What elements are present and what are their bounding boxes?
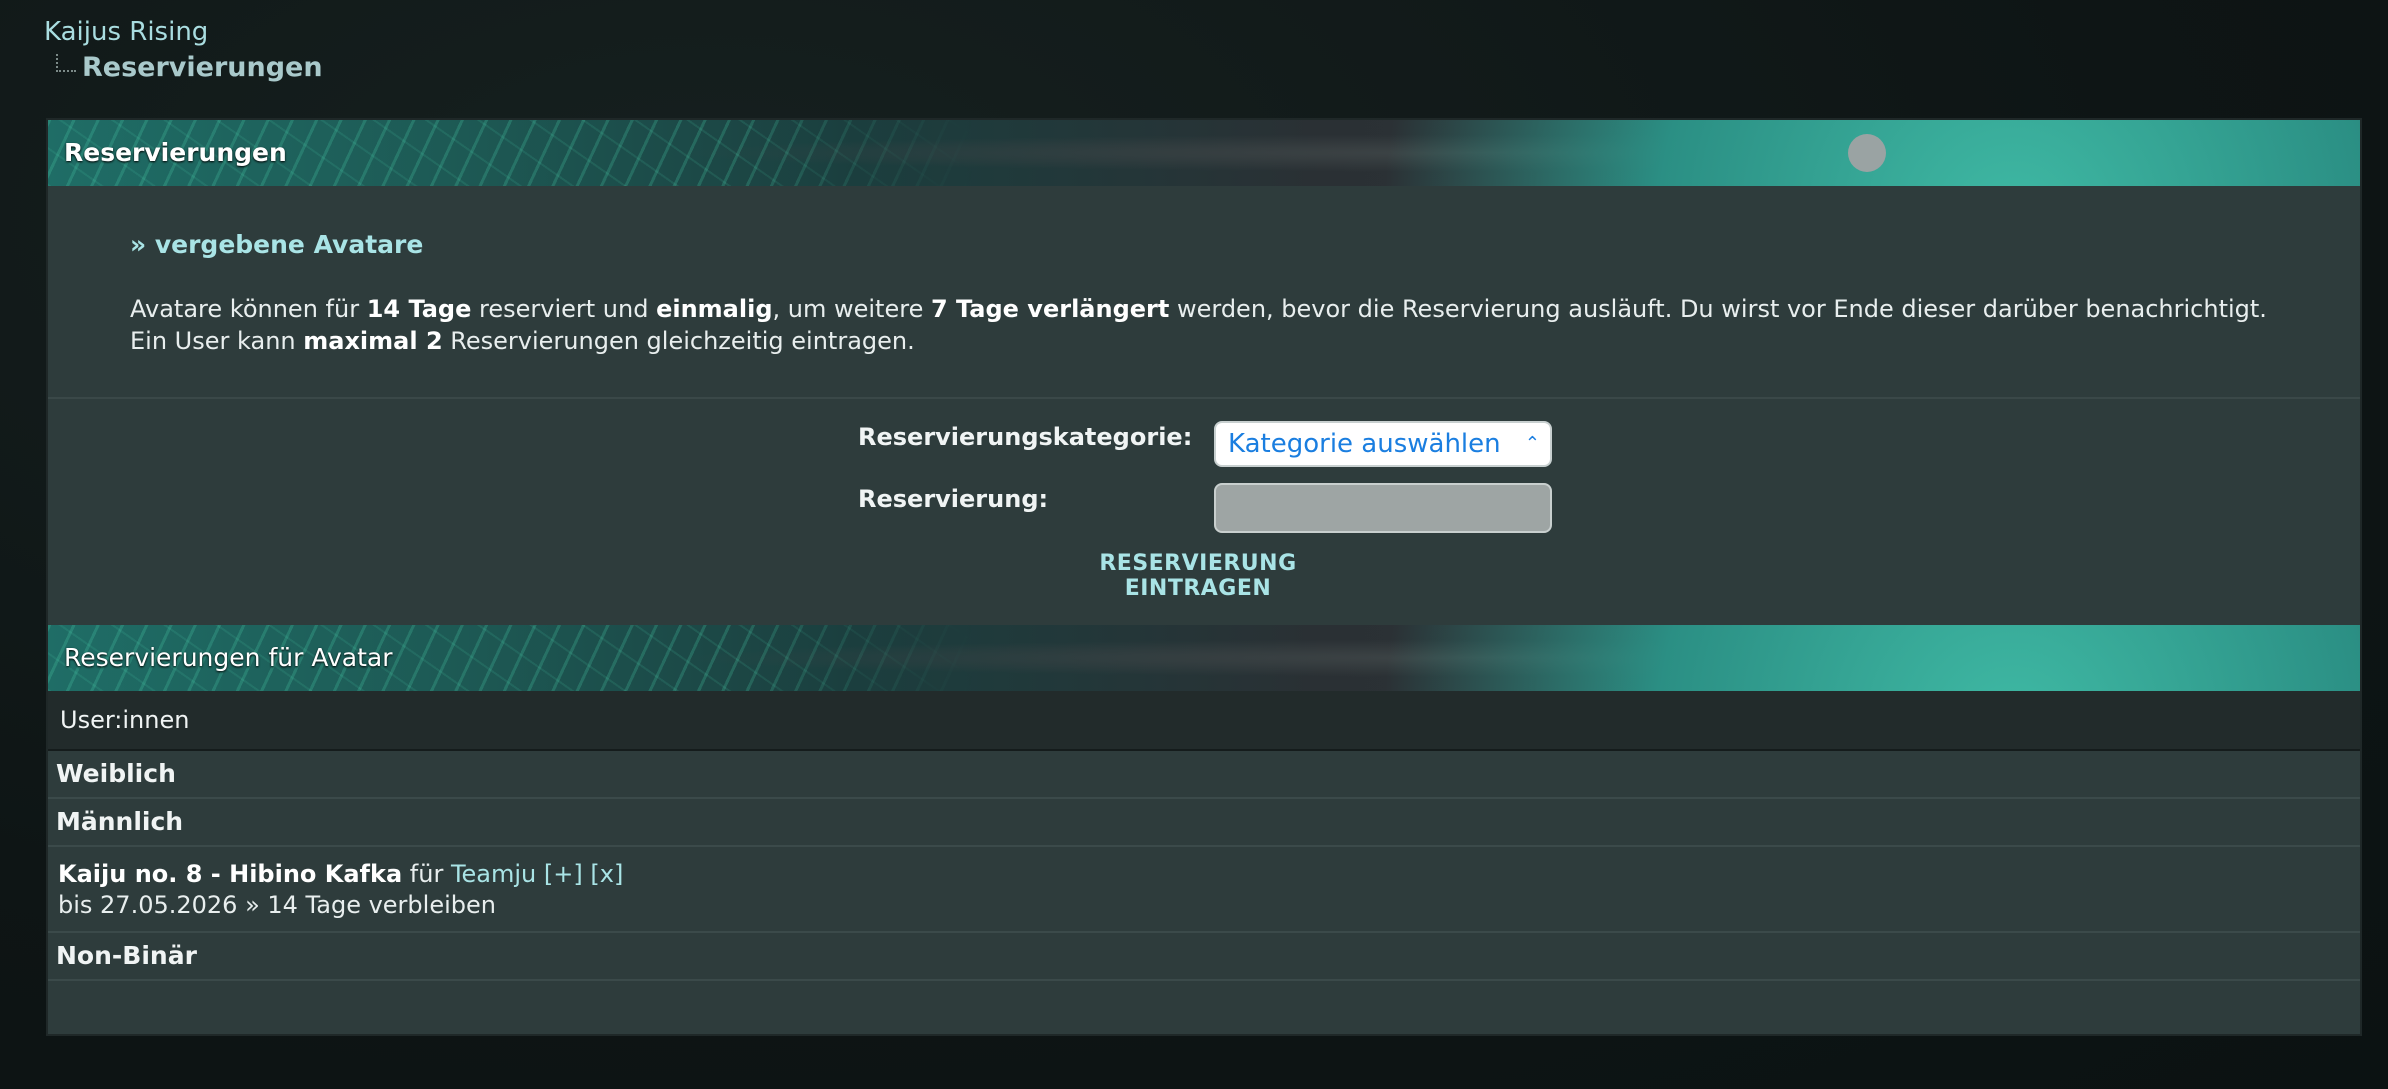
section-title: Reservierungen für Avatar — [64, 643, 393, 672]
category-select[interactable]: Kategorie auswählen ⌃ — [1214, 421, 1552, 467]
info-text-part: Ein User kann — [130, 327, 304, 355]
entry-user-link[interactable]: Teamju — [451, 860, 536, 888]
section-title: Reservierungen — [64, 138, 287, 167]
reservation-input[interactable] — [1214, 483, 1552, 533]
info-rules: Avatare können für 14 Tage reserviert un… — [130, 293, 2278, 357]
group-nonbinary: Non-Binär — [48, 933, 2360, 981]
section-banner: Reservierungen — [48, 120, 2360, 186]
extend-reservation-link[interactable]: [+] — [544, 860, 583, 888]
table-header: User:innen — [48, 691, 2360, 751]
group-female: Weiblich — [48, 751, 2360, 799]
category-selected-value: Kategorie auswählen — [1228, 429, 1501, 459]
chevron-up-down-icon: ⌃ — [1524, 433, 1540, 454]
entry-avatar: Kaiju no. 8 - Hibino Kafka — [58, 860, 403, 888]
breadcrumb: Kaijus Rising Reservierungen — [44, 16, 323, 84]
banner-decoration — [1848, 134, 1886, 172]
assigned-avatars-link[interactable]: » vergebene Avatare — [130, 230, 2278, 259]
info-days: 14 Tage — [366, 295, 472, 323]
info-text-part: Reservierungen gleichzeitig eintragen. — [442, 327, 915, 355]
info-max: maximal 2 — [303, 327, 443, 355]
tree-connector-icon — [56, 54, 76, 72]
info-text-part: werden, bevor die Reservierung ausläuft.… — [1169, 295, 2267, 323]
reservation-label: Reservierung: — [858, 485, 1049, 513]
breadcrumb-current-row: Reservierungen — [44, 52, 323, 84]
reservations-panel: Reservierungen » vergebene Avatare Avata… — [46, 118, 2362, 1036]
section-banner: Reservierungen für Avatar — [48, 625, 2360, 691]
reservation-form: Reservierungskategorie: Kategorie auswäh… — [48, 399, 2360, 625]
entry-for: für — [402, 860, 451, 888]
info-text-part: reserviert und — [471, 295, 657, 323]
breadcrumb-current: Reservierungen — [82, 52, 323, 83]
info-block: » vergebene Avatare Avatare können für 1… — [48, 186, 2360, 399]
info-text-part: , um weitere — [772, 295, 931, 323]
reservation-entry: Kaiju no. 8 - Hibino Kafka für Teamju [+… — [48, 847, 2360, 933]
group-male: Männlich — [48, 799, 2360, 847]
info-once: einmalig — [656, 295, 773, 323]
submit-reservation-button[interactable]: RESERVIERUNG EINTRAGEN — [1048, 551, 1348, 601]
info-text-part: Avatare können für — [130, 295, 367, 323]
category-label: Reservierungskategorie: — [858, 423, 1193, 451]
breadcrumb-root-link[interactable]: Kaijus Rising — [44, 16, 323, 48]
delete-reservation-link[interactable]: [x] — [590, 860, 623, 888]
entry-expiry: bis 27.05.2026 » 14 Tage verbleiben — [58, 891, 496, 919]
info-extend: 7 Tage verlängert — [930, 295, 1170, 323]
